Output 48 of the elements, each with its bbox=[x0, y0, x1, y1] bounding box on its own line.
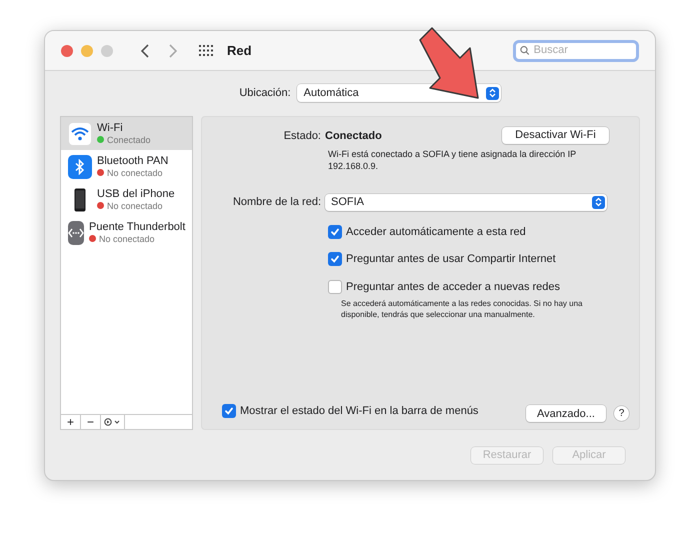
checkmark-icon bbox=[330, 226, 340, 237]
back-icon[interactable] bbox=[141, 44, 149, 58]
search-icon bbox=[520, 45, 530, 56]
status-value: Conectado bbox=[325, 129, 382, 144]
service-status: No conectado bbox=[107, 166, 163, 178]
service-status: No conectado bbox=[99, 232, 155, 244]
window-control[interactable] bbox=[61, 44, 73, 56]
window-title: Red bbox=[227, 42, 252, 60]
service-name: Bluetooth PAN bbox=[97, 154, 168, 166]
checkmark-icon bbox=[330, 254, 340, 264]
service-status: No conectado bbox=[107, 200, 163, 212]
search-field[interactable]: Buscar bbox=[534, 42, 632, 59]
bridge-icon bbox=[68, 220, 84, 244]
grid-icon[interactable] bbox=[199, 44, 213, 56]
disable-wifi-button[interactable]: Desactivar Wi-Fi bbox=[502, 127, 609, 144]
stepper-icon bbox=[486, 86, 499, 100]
option-label: Acceder automáticamente a esta red bbox=[346, 224, 526, 240]
help-button[interactable]: ? bbox=[614, 406, 629, 422]
network-dropdown[interactable]: SOFIA bbox=[325, 194, 607, 210]
status-label: Estado: bbox=[282, 129, 322, 144]
option-label: Preguntar antes de acceder a nuevas redes bbox=[346, 280, 560, 294]
service-item[interactable]: USB del iPhone No conectado bbox=[61, 183, 192, 216]
checkbox[interactable] bbox=[328, 224, 342, 239]
toolbar-button[interactable]: − bbox=[81, 415, 101, 429]
service-status: Conectado bbox=[107, 134, 151, 146]
service-item[interactable]: Puente Thunderbolt No conectado bbox=[61, 216, 192, 249]
network-label: Nombre de la red: bbox=[232, 194, 322, 210]
service-name: Wi-Fi bbox=[97, 122, 124, 134]
checkbox[interactable] bbox=[328, 280, 342, 294]
option-note: Se accederá automáticamente a las redes conocidas. Si no hay una disponible, tendrás que seleccionar una manualmente. bbox=[341, 298, 584, 320]
checkbox[interactable] bbox=[222, 404, 236, 418]
location-label: Ubicación: bbox=[239, 86, 291, 101]
action-menu-icon bbox=[104, 418, 121, 426]
menu-bar-option-label: Mostrar el estado del Wi-Fi en la barra de menús bbox=[240, 404, 478, 418]
bluetooth-icon bbox=[68, 154, 92, 178]
status-description: Wi-Fi está conectado a SOFIA y tiene asignada la dirección IP 192.168.0.9. bbox=[328, 148, 577, 172]
service-item[interactable]: Bluetooth PAN No conectado bbox=[61, 150, 192, 183]
checkmark-icon bbox=[224, 406, 234, 416]
service-name: USB del iPhone bbox=[97, 188, 175, 200]
toolbar-button[interactable]: + bbox=[61, 415, 81, 429]
stepper-icon bbox=[592, 196, 605, 208]
service-name: Puente Thunderbolt bbox=[89, 220, 186, 232]
advanced-button[interactable]: Avanzado... bbox=[526, 405, 606, 422]
option-label: Preguntar antes de usar Compartir Internet bbox=[346, 252, 556, 267]
service-item[interactable]: Wi-Fi Conectado bbox=[61, 117, 192, 150]
search-box[interactable]: Buscar bbox=[513, 40, 639, 62]
checkbox[interactable] bbox=[328, 252, 342, 266]
wifi-icon bbox=[68, 122, 92, 146]
